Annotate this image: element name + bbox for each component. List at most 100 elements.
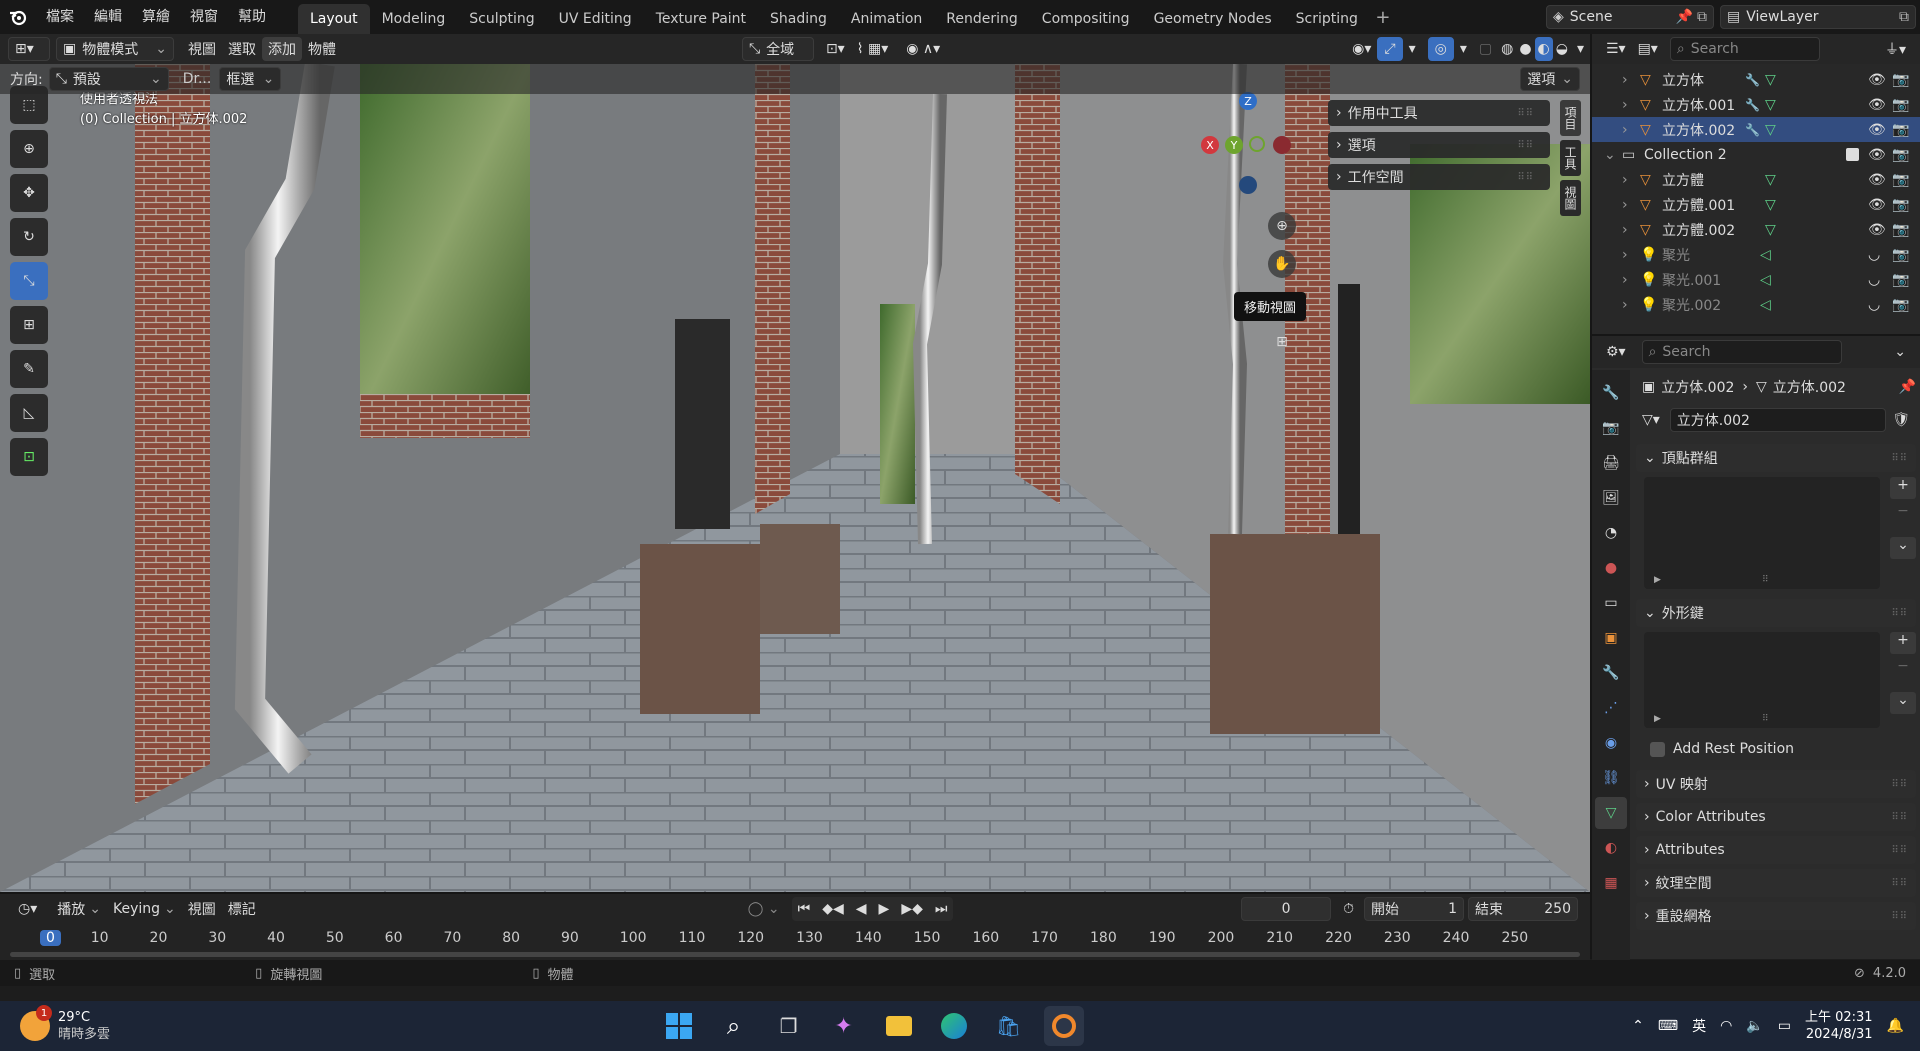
viewlayer-selector[interactable]: ▤ ViewLayer ⧉ [1720, 5, 1916, 29]
remove-vertex-group-button[interactable]: − [1890, 503, 1916, 525]
checkbox-icon[interactable] [1846, 148, 1859, 161]
scale-tool[interactable]: ⤡ [10, 262, 48, 300]
collapsed-panel[interactable]: › 紋理空間 ⠿⠿ [1636, 869, 1916, 897]
add-rest-position-checkbox[interactable] [1650, 741, 1665, 757]
transform-tool[interactable]: ⊞ [10, 306, 48, 344]
drag-handle-icon[interactable]: ⠿⠿ [1891, 812, 1908, 823]
current-frame-field[interactable]: 0 [1241, 897, 1332, 921]
task-view-button[interactable]: ❐ [769, 1006, 809, 1046]
drag-handle-icon[interactable]: ⠿⠿ [1891, 608, 1908, 619]
outliner-row[interactable]: › 💡 聚光.001 ◁ ◡ 📷 [1592, 267, 1920, 292]
timeline-scrollbar[interactable] [10, 952, 1580, 957]
mesh-data-icon[interactable]: ▽ [1765, 122, 1776, 138]
panel-active-tool[interactable]: › 作用中工具 ⠿⠿ [1328, 100, 1550, 126]
keying-menu[interactable]: Keying ⌄ [107, 897, 182, 921]
eye-icon[interactable]: 👁 [1868, 122, 1886, 138]
collection-tab-icon[interactable]: ▭ [1595, 587, 1627, 619]
mesh-data-icon[interactable]: ▽ [1765, 222, 1776, 238]
camera-render-icon[interactable]: 📷 [1892, 197, 1909, 213]
chevron-right-icon[interactable]: › [1622, 247, 1628, 263]
gizmo-z-axis[interactable]: Z [1239, 92, 1257, 110]
snap-button[interactable]: ⌇ ▦▾ [851, 37, 895, 61]
outliner-editor-type[interactable]: ☰▾ [1600, 37, 1632, 61]
outliner-row[interactable]: › ▽ 立方體.001 ▽ 👁 📷 [1592, 192, 1920, 217]
chevron-right-icon[interactable]: › [1622, 172, 1628, 188]
drag-handle-icon[interactable]: ⠿⠿ [1891, 453, 1908, 464]
edit-menu[interactable]: 編輯 [84, 0, 132, 34]
weather-widget[interactable]: 1 29°C 晴時多雲 [20, 1005, 110, 1043]
pivot-point-button[interactable]: ⊡▾ [820, 37, 851, 61]
add-workspace-button[interactable]: + [1370, 7, 1396, 28]
help-menu[interactable]: 幫助 [228, 0, 276, 34]
render-menu[interactable]: 算繪 [132, 0, 180, 34]
move-tool[interactable]: ✥ [10, 174, 48, 212]
camera-render-icon[interactable]: 📷 [1892, 147, 1909, 163]
stopwatch-icon[interactable]: ⏱ [1337, 897, 1360, 921]
eye-icon[interactable]: 👁 [1868, 172, 1886, 188]
workspace-tab-uv-editing[interactable]: UV Editing [547, 4, 644, 34]
drag-handle-icon[interactable]: ⠿⠿ [1891, 779, 1908, 790]
particles-tab-icon[interactable]: ⋰ [1595, 692, 1627, 724]
physics-tab-icon[interactable]: ◉ [1595, 727, 1627, 759]
orientation-dropdown[interactable]: ⤡ 預設 ⌄ [48, 67, 169, 91]
annotate-tool[interactable]: ✎ [10, 350, 48, 388]
drag-dropdown[interactable]: 框選 ⌄ [219, 67, 282, 91]
shading-menu-button[interactable]: ▾ [1571, 37, 1590, 61]
shading-solid-button[interactable]: ● [1516, 37, 1534, 61]
expand-icon[interactable]: ▶ [1654, 714, 1661, 724]
navigation-gizmo[interactable]: Z X Y [1195, 86, 1305, 196]
window-menu[interactable]: 視窗 [180, 0, 228, 34]
next-keyframe-button[interactable]: ▶◆ [895, 897, 929, 921]
mesh-data-icon[interactable]: ▽ [1765, 97, 1776, 113]
rotate-tool[interactable]: ↻ [10, 218, 48, 256]
drag-handle-icon[interactable]: ⠿⠿ [1517, 172, 1534, 183]
texture-tab-icon[interactable]: ▦ [1595, 867, 1627, 899]
workspace-tab-compositing[interactable]: Compositing [1030, 4, 1142, 34]
mode-selector[interactable]: ▣ 物體模式 ⌄ [56, 37, 174, 61]
output-tab-icon[interactable]: 🖨 [1595, 447, 1627, 479]
mesh-name-field[interactable]: 立方体.002 [1669, 408, 1887, 432]
gizmo-neg-z[interactable] [1239, 176, 1257, 194]
tool-tab-icon[interactable]: 🔧 [1595, 377, 1627, 409]
new-scene-icon[interactable]: ⧉ [1697, 9, 1707, 25]
shape-key-specials-button[interactable]: ⌄ [1890, 692, 1916, 714]
workspace-tab-scripting[interactable]: Scripting [1284, 4, 1370, 34]
scene-tab-icon[interactable]: ◔ [1595, 517, 1627, 549]
camera-render-icon[interactable]: 📷 [1892, 172, 1909, 188]
shading-rendered-button[interactable]: ◒ [1553, 37, 1571, 61]
camera-render-icon[interactable]: 📷 [1892, 222, 1909, 238]
outliner-row[interactable]: › ▽ 立方体.002 🔧 ▽ 👁 📷 [1592, 117, 1920, 142]
volume-icon[interactable]: 🔈 [1746, 1018, 1763, 1034]
start-button[interactable] [659, 1006, 699, 1046]
store-button[interactable]: 🛍 [989, 1006, 1029, 1046]
modifier-wrench-icon[interactable]: 🔧 [1745, 123, 1760, 137]
outliner-row[interactable]: › ▽ 立方體.002 ▽ 👁 📷 [1592, 217, 1920, 242]
camera-render-icon[interactable]: 📷 [1892, 247, 1909, 263]
drag-handle-icon[interactable]: ⠿⠿ [1891, 878, 1908, 889]
marker-menu[interactable]: 標記 [222, 897, 262, 921]
chevron-right-icon[interactable]: › [1622, 197, 1628, 213]
list-resize-handle[interactable]: ⠿ [1762, 575, 1769, 585]
light-data-icon[interactable]: ◁ [1760, 297, 1771, 313]
mesh-browse-button[interactable]: ▽▾ [1636, 408, 1666, 432]
visibility-button[interactable]: ◉▾ [1346, 37, 1377, 61]
material-tab-icon[interactable]: ◐ [1595, 832, 1627, 864]
panel-options[interactable]: › 選項 ⠿⠿ [1328, 132, 1550, 158]
pin-icon[interactable]: 📌 [1899, 379, 1916, 395]
collapsed-panel[interactable]: › Color Attributes ⠿⠿ [1636, 803, 1916, 831]
gizmo-neg-x[interactable] [1273, 136, 1291, 154]
chevron-right-icon[interactable]: › [1622, 222, 1628, 238]
gizmo-button[interactable]: ⤢ [1377, 37, 1403, 61]
new-viewlayer-icon[interactable]: ⧉ [1899, 9, 1909, 25]
constraints-tab-icon[interactable]: ⛓ [1595, 762, 1627, 794]
tab-tool[interactable]: 工具 [1560, 140, 1581, 176]
modifier-wrench-icon[interactable]: 🔧 [1745, 98, 1760, 112]
drag-handle-icon[interactable]: ⠿⠿ [1517, 140, 1534, 151]
outliner-row[interactable]: › 💡 聚光 ◁ ◡ 📷 [1592, 242, 1920, 267]
measure-tool[interactable]: ◺ [10, 394, 48, 432]
add-cube-tool[interactable]: ⊡ [10, 438, 48, 476]
play-button[interactable]: ▶ [873, 897, 896, 921]
camera-render-icon[interactable]: 📷 [1892, 97, 1909, 113]
add-rest-position-row[interactable]: Add Rest Position [1636, 736, 1916, 762]
shading-wireframe-button[interactable]: ◍ [1498, 37, 1516, 61]
